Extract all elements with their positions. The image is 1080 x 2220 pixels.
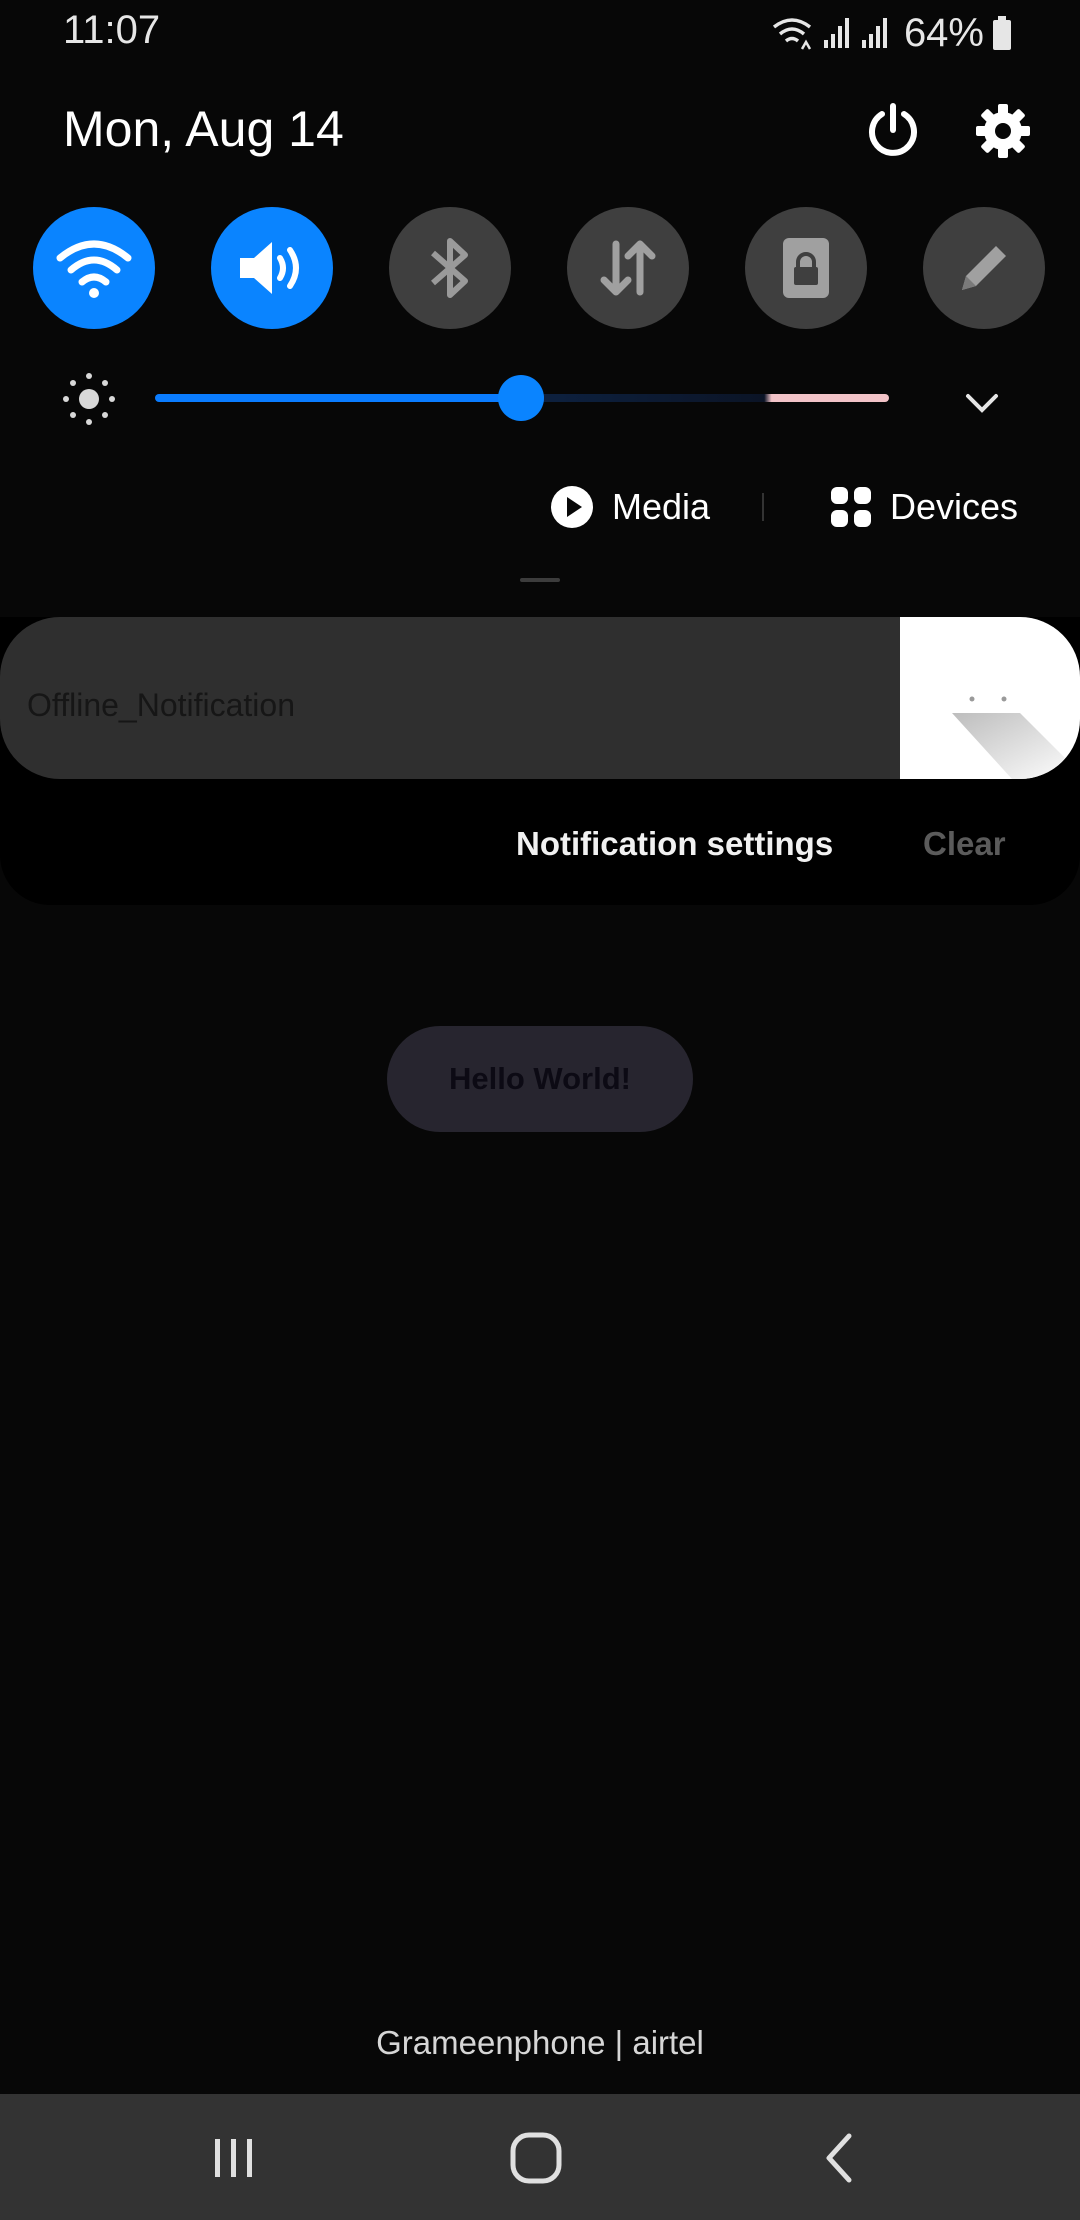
expand-button[interactable] — [960, 380, 1004, 424]
clear-button[interactable]: Clear — [923, 825, 1006, 863]
home-icon — [510, 2132, 562, 2184]
tile-wifi[interactable] — [33, 207, 155, 329]
tile-mobile-data[interactable] — [567, 207, 689, 329]
drag-handle[interactable] — [520, 578, 560, 582]
notification-title: Offline_Notification — [27, 687, 295, 723]
play-icon — [551, 486, 593, 528]
signal-icon — [823, 18, 849, 48]
signal-icon — [861, 18, 887, 48]
tile-lock-screen[interactable] — [745, 207, 867, 329]
devices-button[interactable]: Devices — [830, 480, 1018, 534]
wifi-icon — [56, 240, 132, 298]
hello-world-button[interactable]: Hello World! — [387, 1026, 693, 1132]
recents-icon — [215, 2139, 252, 2177]
devices-label: Devices — [890, 486, 1019, 527]
power-button[interactable] — [862, 100, 924, 162]
battery-percent: 64% — [903, 10, 984, 55]
status-icons: 64% — [770, 8, 1012, 58]
status-time: 11:07 — [63, 8, 161, 52]
settings-button[interactable] — [972, 100, 1034, 162]
wifi-data-icon — [772, 18, 812, 50]
gear-icon — [976, 104, 1030, 158]
devices-grid-icon — [831, 487, 871, 527]
pencil-icon — [962, 246, 1006, 290]
media-label: Media — [612, 486, 711, 527]
date-label: Mon, Aug 14 — [63, 101, 344, 157]
back-button[interactable] — [800, 2118, 880, 2198]
carrier-label: Grameenphone | airtel — [376, 2024, 704, 2061]
tile-edit[interactable] — [923, 207, 1045, 329]
back-icon — [826, 2133, 852, 2183]
media-button[interactable]: Media — [550, 480, 710, 534]
notification-app-icon — [900, 617, 1080, 779]
battery-icon — [993, 16, 1011, 50]
tile-bluetooth[interactable] — [389, 207, 511, 329]
recents-button[interactable] — [194, 2118, 274, 2198]
bluetooth-icon — [431, 238, 468, 298]
chevron-down-icon — [966, 394, 998, 413]
speaker-icon — [240, 242, 299, 294]
notification-settings-button[interactable]: Notification settings — [516, 825, 833, 863]
brightness-icon — [60, 370, 118, 428]
brightness-slider-thumb[interactable] — [498, 375, 544, 421]
divider — [762, 493, 764, 521]
lock-icon — [783, 238, 829, 298]
tile-sound[interactable] — [211, 207, 333, 329]
power-icon — [869, 103, 917, 156]
data-arrows-icon — [600, 240, 656, 296]
home-button[interactable] — [496, 2118, 576, 2198]
